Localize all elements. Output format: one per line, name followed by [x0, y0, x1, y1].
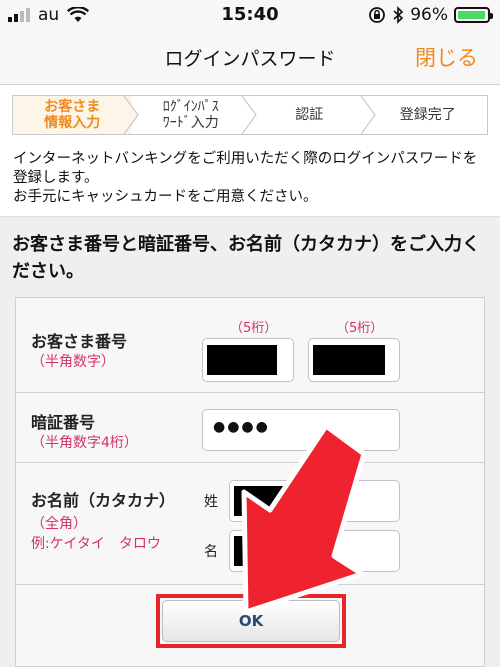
row-divider [16, 392, 484, 393]
redaction-mask [207, 345, 277, 375]
step-indicator: お客さま 情報入力 ﾛｸﾞｲﾝﾊﾟｽ ﾜｰﾄﾞ入力 認証 登録完了 [12, 95, 488, 135]
step-label: 認証 [295, 107, 324, 123]
name-note: （全角） [31, 516, 87, 532]
description: インターネットバンキングをご利用いただく際のログインパスワードを登録します。お手… [0, 145, 500, 217]
step-login-password: ﾛｸﾞｲﾝﾊﾟｽ ﾜｰﾄﾞ入力 [131, 96, 257, 134]
step-customer-info: お客さま 情報入力 [13, 96, 139, 134]
last-name-field[interactable] [229, 480, 400, 522]
close-button[interactable]: 閉じる [415, 42, 478, 72]
step-complete: 登録完了 [368, 96, 487, 134]
name-label: お名前（カタカナ） [31, 491, 176, 510]
step-separator-icon [123, 96, 139, 134]
row-divider [16, 462, 484, 463]
input-form: お客さま番号 （半角数字） （5桁） （5桁） 暗証番号 （半角数字4桁） ●●… [15, 297, 485, 667]
description-line1: インターネットバンキングをご利用いただく際のログインパスワードを登録します。 [13, 151, 478, 186]
digits-hint-1: （5桁） [230, 321, 278, 336]
step-label-line2: ﾜｰﾄﾞ入力 [162, 115, 219, 131]
name-example: 例:ケイタイ タロウ [31, 536, 161, 552]
pin-note: （半角数字4桁） [31, 435, 138, 451]
pin-value: ●●●● [213, 419, 270, 435]
rotation-lock-icon [369, 7, 386, 23]
status-bar: au 15:40 96% [0, 0, 500, 30]
redaction-mask [313, 345, 385, 375]
description-line2: お手元にキャッシュカードをご用意ください。 [13, 189, 318, 205]
status-right: 96% [368, 5, 493, 25]
mei-label: 名 [204, 544, 218, 560]
customer-number-note: （半角数字） [31, 354, 115, 370]
step-label: 登録完了 [399, 107, 456, 123]
step-label-line1: お客さま [44, 99, 101, 115]
navigation-bar: ログインパスワード 閉じる [0, 30, 500, 85]
pin-label: 暗証番号 [31, 413, 96, 432]
step-label-line2: 情報入力 [44, 115, 101, 131]
customer-number-label: お客さま番号 [31, 332, 128, 351]
first-name-field[interactable] [229, 530, 400, 572]
step-separator-icon [242, 96, 257, 134]
step-indicator-area: お客さま 情報入力 ﾛｸﾞｲﾝﾊﾟｽ ﾜｰﾄﾞ入力 認証 登録完了 [0, 85, 500, 145]
battery-percent: 96% [410, 5, 448, 25]
digits-hint-2: （5桁） [336, 321, 384, 336]
step-label-line1: ﾛｸﾞｲﾝﾊﾟｽ [162, 99, 219, 115]
bluetooth-icon [393, 6, 404, 24]
redaction-mask [234, 536, 276, 566]
redaction-mask [234, 486, 286, 516]
customer-number-field-2[interactable] [308, 338, 400, 382]
row-divider [16, 584, 484, 585]
section-heading: お客さま番号と暗証番号、お名前（カタカナ）をご入力ください。 [12, 234, 480, 282]
step-authentication: 認証 [250, 96, 376, 134]
highlight-frame [156, 594, 346, 648]
customer-number-field-1[interactable] [202, 338, 294, 382]
step-separator-icon [360, 96, 376, 134]
pin-field[interactable]: ●●●● [202, 409, 400, 451]
sei-label: 姓 [204, 494, 218, 510]
battery-icon [454, 7, 493, 23]
